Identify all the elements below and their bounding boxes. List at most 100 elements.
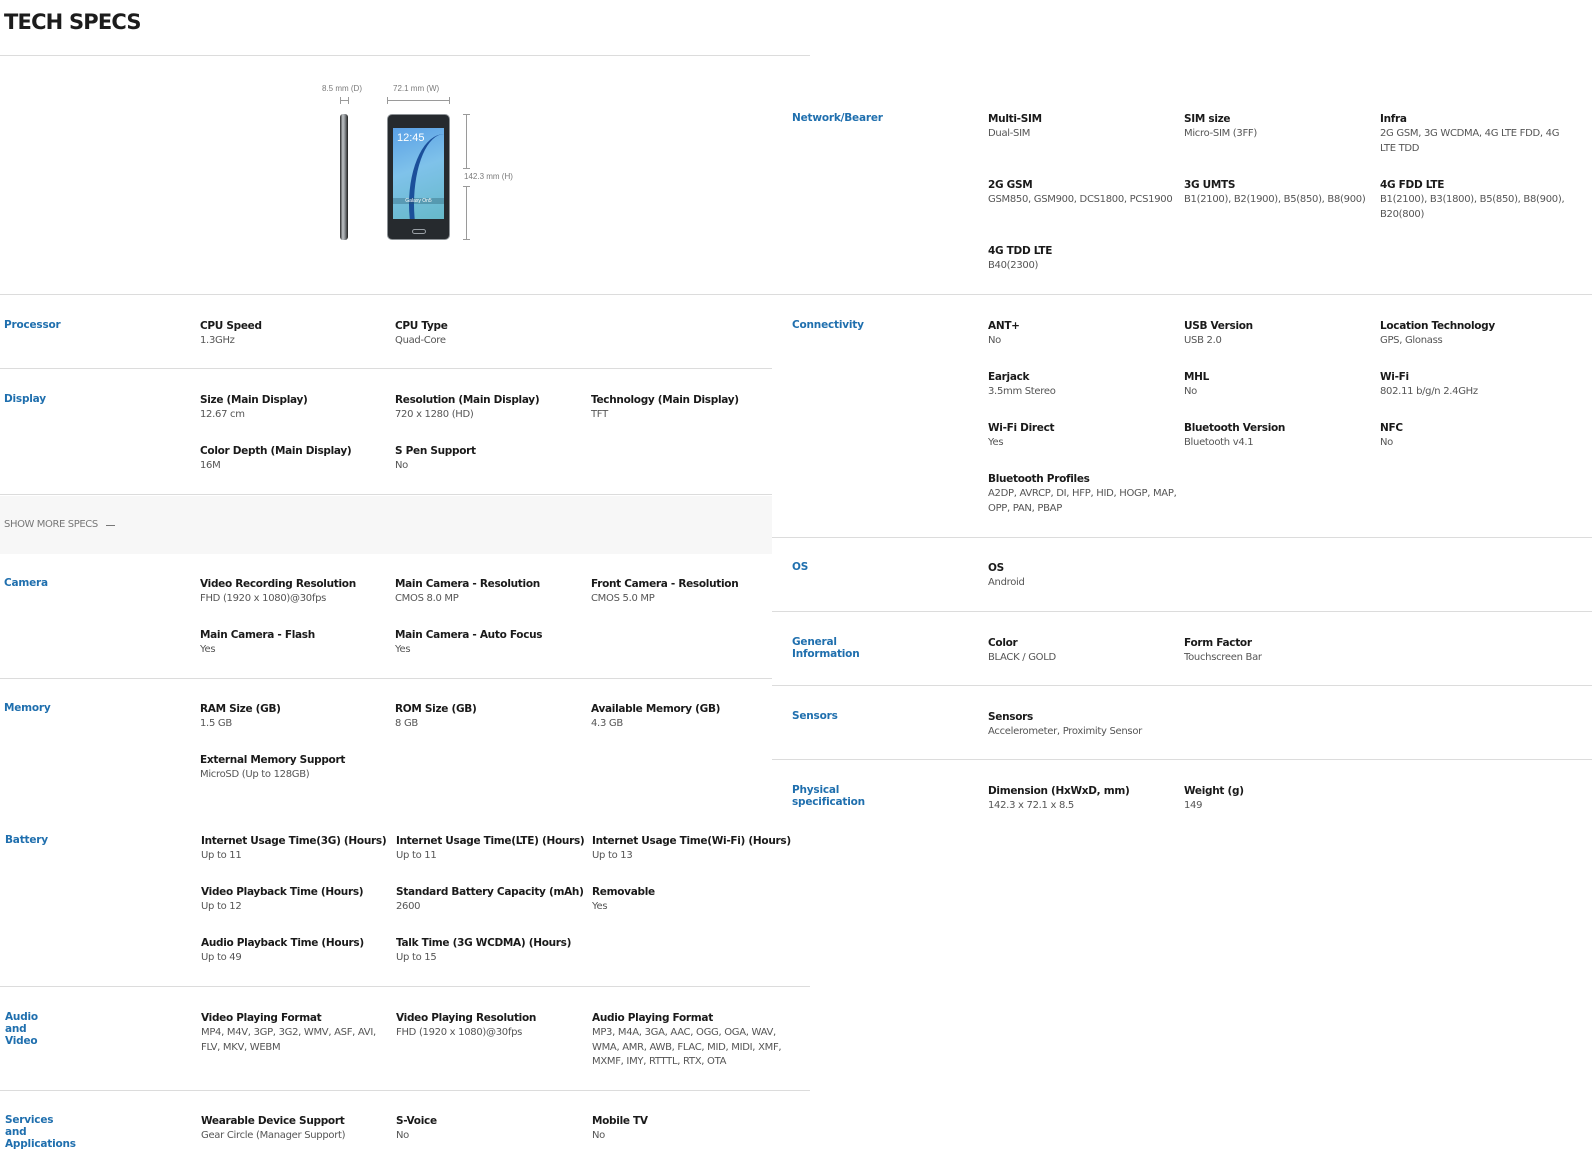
spec-label: External Memory Support — [200, 754, 346, 766]
category-label: Camera — [4, 577, 48, 589]
spec-item: Mobile TV No — [592, 1114, 782, 1144]
width-label: 72.1 mm (W) — [393, 84, 440, 93]
spec-label: Available Memory (GB) — [591, 703, 721, 715]
spec-label: Size (Main Display) — [200, 394, 308, 406]
divider — [772, 611, 1592, 612]
phone-brand: Galaxy On5 — [393, 198, 444, 204]
spec-value: Bluetooth v4.1 — [1184, 437, 1254, 448]
spec-item: SIM size Micro-SIM (3FF) — [1184, 112, 1374, 142]
spec-label: ANT+ — [988, 320, 1020, 332]
spec-item: Removable Yes — [592, 885, 782, 915]
spec-value: No — [1184, 386, 1197, 397]
spec-item: Dimension (HxWxD, mm) 142.3 x 72.1 x 8.5 — [988, 784, 1178, 814]
spec-item: CPU Type Quad-Core — [395, 319, 585, 349]
minus-icon — [106, 525, 115, 526]
spec-item: Video Recording Resolution FHD (1920 x 10… — [200, 577, 390, 607]
category-label: OS — [792, 561, 809, 573]
category-label: Network/Bearer — [792, 112, 883, 124]
spec-value: Up to 49 — [201, 952, 242, 963]
spec-value: 8 GB — [395, 718, 418, 729]
spec-value: 4.3 GB — [591, 718, 623, 729]
height-rule-top — [463, 114, 470, 169]
spec-item: 2G GSM GSM850, GSM900, DCS1800, PCS1900 — [988, 178, 1178, 208]
spec-item: CPU Speed 1.3GHz — [200, 319, 390, 349]
divider — [0, 368, 772, 369]
spec-label: 3G UMTS — [1184, 179, 1236, 191]
spec-label: Bluetooth Profiles — [988, 473, 1090, 485]
spec-label: 2G GSM — [988, 179, 1033, 191]
spec-value: B1(2100), B2(1900), B5(850), B8(900) — [1184, 194, 1366, 205]
category-label: Audio and Video — [5, 1011, 38, 1047]
spec-label: Form Factor — [1184, 637, 1252, 649]
divider — [0, 294, 1592, 295]
spec-label: SIM size — [1184, 113, 1231, 125]
wallpaper-arc — [409, 134, 444, 219]
spec-label: Weight (g) — [1184, 785, 1244, 797]
spec-value: USB 2.0 — [1184, 335, 1222, 346]
spec-item: Main Camera - Flash Yes — [200, 628, 390, 658]
spec-label: RAM Size (GB) — [200, 703, 281, 715]
show-more-specs-button[interactable]: SHOW MORE SPECS — [0, 496, 772, 554]
spec-value: Micro-SIM (3FF) — [1184, 128, 1257, 139]
spec-value: FHD (1920 x 1080)@30fps — [396, 1027, 523, 1038]
spec-label: Wearable Device Support — [201, 1115, 345, 1127]
category-label: Processor — [4, 319, 61, 331]
divider — [772, 759, 1592, 760]
spec-value: Up to 13 — [592, 850, 633, 861]
spec-value: Accelerometer, Proximity Sensor — [988, 726, 1142, 737]
spec-value: 1.3GHz — [200, 335, 235, 346]
spec-item: Video Playing Format MP4, M4V, 3GP, 3G2, … — [201, 1011, 391, 1055]
show-more-label: SHOW MORE SPECS — [4, 519, 98, 530]
spec-label: Video Playback Time (Hours) — [201, 886, 364, 898]
spec-value: Touchscreen Bar — [1184, 652, 1262, 663]
spec-item: Main Camera - Auto Focus Yes — [395, 628, 585, 658]
spec-item: Main Camera - Resolution CMOS 8.0 MP — [395, 577, 585, 607]
divider — [0, 494, 772, 495]
width-rule — [387, 97, 450, 104]
height-rule-bottom — [463, 186, 470, 240]
height-label: 142.3 mm (H) — [464, 172, 513, 181]
spec-item: Bluetooth Version Bluetooth v4.1 — [1184, 421, 1374, 451]
spec-label: Video Recording Resolution — [200, 578, 356, 590]
category-label: Connectivity — [792, 319, 864, 331]
spec-value: 16M — [200, 460, 221, 471]
spec-item: S Pen Support No — [395, 444, 585, 474]
spec-value: GPS, Glonass — [1380, 335, 1443, 346]
spec-value: Yes — [395, 644, 411, 655]
spec-label: Talk Time (3G WCDMA) (Hours) — [396, 937, 572, 949]
spec-value: CMOS 5.0 MP — [591, 593, 655, 604]
spec-value: TFT — [591, 409, 608, 420]
spec-label: Internet Usage Time(LTE) (Hours) — [396, 835, 585, 847]
spec-item: Sensors Accelerometer, Proximity Sensor — [988, 710, 1178, 740]
spec-value: 720 x 1280 (HD) — [395, 409, 474, 420]
spec-label: Front Camera - Resolution — [591, 578, 739, 590]
spec-item: Internet Usage Time(Wi-Fi) (Hours) Up to … — [592, 834, 791, 864]
spec-item: External Memory Support MicroSD (Up to 12… — [200, 753, 390, 783]
divider — [772, 685, 1592, 686]
spec-value: Yes — [592, 901, 608, 912]
spec-item: Location Technology GPS, Glonass — [1380, 319, 1570, 349]
spec-value: No — [396, 1130, 409, 1141]
spec-label: Earjack — [988, 371, 1030, 383]
phone-dimensions-figure: 8.5 mm (D) 72.1 mm (W) 142.3 mm (H) 12:4… — [318, 80, 538, 250]
spec-item: Wearable Device Support Gear Circle (Mana… — [201, 1114, 391, 1144]
spec-item: Technology (Main Display) TFT — [591, 393, 781, 423]
spec-item: Audio Playback Time (Hours) Up to 49 — [201, 936, 391, 966]
spec-label: Sensors — [988, 711, 1033, 723]
spec-value: 802.11 b/g/n 2.4GHz — [1380, 386, 1478, 397]
spec-item: Bluetooth Profiles A2DP, AVRCP, DI, HFP, … — [988, 472, 1178, 516]
category-label: Services and Applications — [5, 1114, 76, 1150]
spec-value: Android — [988, 577, 1025, 588]
spec-item: OS Android — [988, 561, 1178, 591]
category-label: Memory — [4, 702, 51, 714]
spec-item: Form Factor Touchscreen Bar — [1184, 636, 1374, 666]
spec-item: Infra 2G GSM, 3G WCDMA, 4G LTE FDD, 4G LT… — [1380, 112, 1570, 156]
spec-label: S-Voice — [396, 1115, 437, 1127]
spec-value: B40(2300) — [988, 260, 1039, 271]
spec-item: Size (Main Display) 12.67 cm — [200, 393, 390, 423]
spec-label: ROM Size (GB) — [395, 703, 477, 715]
spec-value: MP4, M4V, 3GP, 3G2, WMV, ASF, AVI, FLV, … — [201, 1027, 376, 1053]
spec-value: FHD (1920 x 1080)@30fps — [200, 593, 327, 604]
spec-value: Gear Circle (Manager Support) — [201, 1130, 346, 1141]
spec-value: 149 — [1184, 800, 1203, 811]
